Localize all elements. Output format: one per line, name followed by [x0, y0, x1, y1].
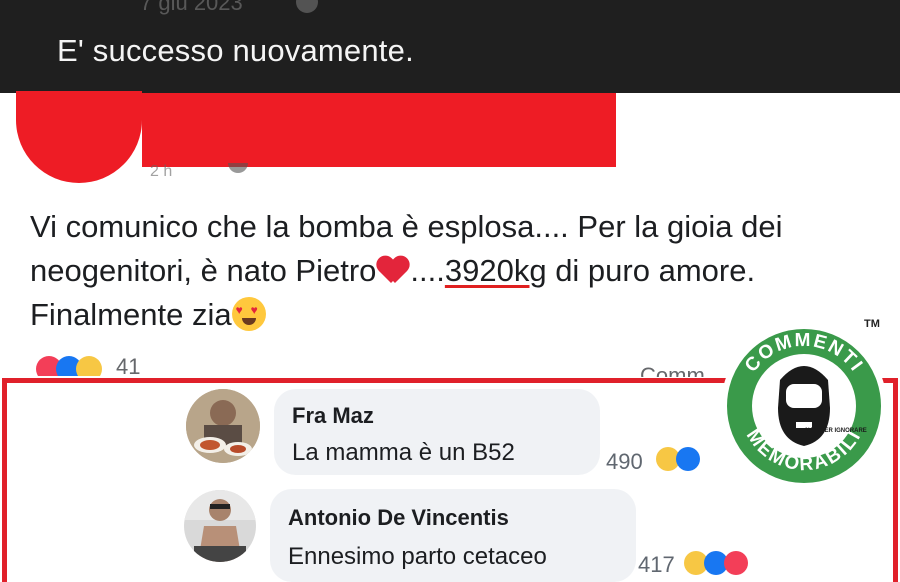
post-text: Vi comunico che la bomba è esplosa.... P…: [30, 205, 880, 337]
avatar-photo-icon: [186, 389, 260, 463]
audience-icon: [228, 163, 248, 173]
love-icon: [724, 551, 748, 575]
post-reactions-summary[interactable]: 41: [36, 356, 156, 376]
comments-link[interactable]: Comm: [640, 363, 730, 377]
logo-badge-icon: COMMENTI MEMORABILI NATI PER IGNORARE: [721, 323, 887, 489]
redacted-avatar: [16, 91, 142, 183]
reaction-count: 41: [116, 356, 141, 376]
wow-icon: [76, 356, 102, 376]
comment-bubble[interactable]: Antonio De Vincentis Ennesimo parto ceta…: [270, 489, 636, 582]
comment-reaction-count[interactable]: 490: [606, 449, 643, 475]
avatar[interactable]: [186, 389, 260, 463]
commenti-memorabili-logo: COMMENTI MEMORABILI NATI PER IGNORARE TM: [720, 318, 888, 490]
post-caption: E' successo nuovamente.: [57, 33, 414, 68]
comment-bubble[interactable]: Fra Maz La mamma è un B52: [274, 389, 600, 475]
avatar-photo-icon: [184, 490, 256, 562]
redacted-name: [142, 93, 616, 167]
globe-icon: [296, 0, 318, 13]
comment-text: La mamma è un B52: [292, 439, 515, 466]
comment-author[interactable]: Antonio De Vincentis: [288, 505, 509, 531]
logo-inner-text: NATI PER IGNORARE: [805, 428, 867, 434]
red-heart-emoji-icon: [376, 255, 410, 285]
comment-author[interactable]: Fra Maz: [292, 403, 374, 429]
post-text-part2: ....: [410, 253, 445, 288]
heart-eyes-emoji-icon: ♥ ♥: [231, 297, 266, 331]
post-header-bar: 7 giu 2023 E' successo nuovamente.: [0, 0, 900, 93]
weight-text: 3920kg: [444, 253, 547, 288]
cut-off-date-text: 7 giu 2023: [140, 0, 243, 15]
post-date-cut: 2 h: [150, 163, 173, 180]
comment-reaction-count[interactable]: 417: [638, 552, 675, 578]
comment-text: Ennesimo parto cetaceo: [288, 543, 547, 570]
trademark-label: TM: [864, 318, 880, 330]
avatar[interactable]: [184, 490, 256, 562]
like-icon: [676, 447, 700, 471]
